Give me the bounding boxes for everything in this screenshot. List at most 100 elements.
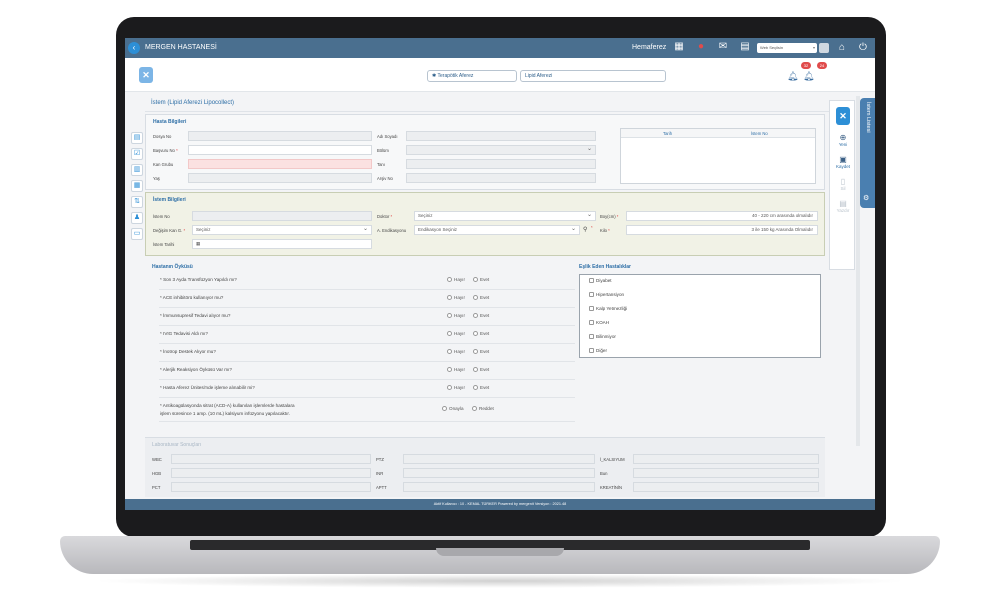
calcium-input[interactable]	[633, 454, 819, 464]
request-date-input[interactable]: ▦	[192, 239, 372, 249]
file-icon[interactable]: ▭	[131, 228, 143, 240]
web-select-dropdown[interactable]: Web Seçilsin	[757, 43, 817, 53]
back-button[interactable]: ‹	[128, 42, 140, 54]
button-label: Yeni	[838, 142, 848, 147]
hgb-input[interactable]	[171, 468, 371, 478]
action-toolbar: ✕ ⊕ Yeni ▣ Kaydet ▯ Sil ▤ Yazdır	[829, 100, 855, 270]
radio-no[interactable]: Hayır	[447, 313, 465, 318]
request-history-table: Tarih İstem No	[620, 128, 816, 184]
power-icon[interactable]: ⏻	[857, 42, 869, 54]
radio-label: Evet	[480, 367, 490, 372]
label-wbc: WBC	[152, 457, 162, 462]
wbc-input[interactable]	[171, 454, 371, 464]
diagnosis-input[interactable]	[406, 159, 596, 169]
consent-text: işlem süresince 1 amp. (10 mL) kalsiyum …	[160, 411, 290, 416]
pct-input[interactable]	[171, 482, 371, 492]
aptt-input[interactable]	[403, 482, 595, 492]
save-button[interactable]: ▣ Kaydet	[830, 155, 856, 169]
bun-input[interactable]	[633, 468, 819, 478]
button-label: Kaydet	[835, 164, 850, 169]
archive-no-input[interactable]	[406, 173, 596, 183]
request-no-input[interactable]	[192, 211, 372, 221]
radio-yes[interactable]: Evet	[473, 277, 489, 282]
request-info-panel: İstem Bilgileri İstem No Değişim Kan G. …	[145, 192, 825, 256]
blood-group-input[interactable]	[188, 159, 372, 169]
gear-icon[interactable]: ⚙	[863, 194, 869, 202]
inr-input[interactable]	[403, 468, 595, 478]
bell-icon[interactable]: 🔔︎	[803, 71, 814, 81]
radio-no[interactable]: Hayır	[447, 295, 465, 300]
user-alert-icon[interactable]: ●	[695, 41, 707, 53]
application-no-input[interactable]	[188, 145, 372, 155]
radio-approve[interactable]: Onayla	[442, 406, 464, 411]
notification-badge: 24	[817, 62, 827, 69]
label-text: Doktor	[377, 214, 390, 219]
question-text: * ACE inhibitörü kullanıyor mu?	[160, 295, 224, 300]
save-icon: ▣	[839, 155, 847, 164]
clipboard-icon[interactable]: ▦	[131, 180, 143, 192]
checkbox-copd[interactable]: KOAH	[589, 320, 609, 325]
creatinine-input[interactable]	[633, 482, 819, 492]
radio-reject[interactable]: Reddet	[472, 406, 494, 411]
column-request-no: İstem No	[751, 131, 768, 136]
ptz-input[interactable]	[403, 454, 595, 464]
column-date: Tarih	[663, 131, 673, 136]
radio-yes[interactable]: Evet	[473, 295, 489, 300]
tab-lipid-apheresis[interactable]: Lipid Aferezi	[520, 70, 666, 82]
indication-select[interactable]: Endikasyon Seçiniz	[414, 225, 580, 235]
age-input[interactable]	[188, 173, 372, 183]
users-icon[interactable]: ♟	[131, 212, 143, 224]
refresh-button[interactable]	[819, 43, 829, 53]
checkbox-heart-failure[interactable]: Kalp Yetmezliği	[589, 306, 627, 311]
radio-yes[interactable]: Evet	[473, 385, 489, 390]
checkbox-diabetes[interactable]: Diyabet	[589, 278, 612, 283]
user-name[interactable]: Hemaferez	[632, 44, 666, 51]
height-input[interactable]: 40 - 220 cm arasında olmalıdır	[626, 211, 818, 221]
department-select[interactable]	[406, 145, 596, 155]
doctor-select[interactable]: Seçiniz	[414, 211, 596, 221]
tab-therapeutic-apheresis[interactable]: ✱ Terapötik Aferez	[427, 70, 517, 82]
radio-no[interactable]: Hayır	[447, 277, 465, 282]
exchange-blood-select[interactable]: Seçiniz	[192, 225, 372, 235]
radio-no[interactable]: Hayır	[447, 349, 465, 354]
radio-label: Reddet	[479, 406, 494, 411]
delete-button[interactable]: ▯ Sil	[830, 177, 856, 191]
document-icon[interactable]: ▥	[131, 164, 143, 176]
radio-no[interactable]: Hayır	[447, 331, 465, 336]
button-label: Yazdır	[836, 208, 850, 213]
label-blood-group: Kan Grubu	[153, 162, 174, 167]
radio-yes[interactable]: Evet	[473, 331, 489, 336]
name-input[interactable]	[406, 131, 596, 141]
report-icon[interactable]: ▤	[739, 41, 751, 53]
calendar-icon[interactable]: ▦	[673, 41, 685, 53]
bell-icon[interactable]: 🔔︎	[787, 71, 798, 81]
radio-yes[interactable]: Evet	[473, 349, 489, 354]
print-button[interactable]: ▤ Yazdır	[830, 199, 856, 213]
checkbox-unknown[interactable]: Bilinmiyor	[589, 334, 616, 339]
transfer-icon[interactable]: ⇅	[131, 196, 143, 208]
question-row: * IVIG Tedavisi Aldı mı? Hayır Evet	[159, 328, 575, 344]
weight-input[interactable]: 3 ile 150 kg Arasında Olmalıdır	[626, 225, 818, 235]
radio-no[interactable]: Hayır	[447, 367, 465, 372]
mail-icon[interactable]: ✉	[717, 41, 729, 53]
laptop-shadow	[90, 574, 910, 588]
form-icon[interactable]: ▤	[131, 132, 143, 144]
radio-yes[interactable]: Evet	[473, 313, 489, 318]
search-icon[interactable]: ⚲	[583, 226, 587, 233]
checkbox-other[interactable]: Diğer	[589, 348, 607, 353]
checklist-icon[interactable]: ☑	[131, 148, 143, 160]
top-icon-group: ▦ ● ✉ ▤	[673, 41, 751, 53]
radio-yes[interactable]: Evet	[473, 367, 489, 372]
checkbox-hypertension[interactable]: Hipertansiyon	[589, 292, 624, 297]
question-row: * İmmunsupresif Tedavi alıyor mu? Hayır …	[159, 310, 575, 326]
new-button[interactable]: ⊕ Yeni	[830, 133, 856, 147]
question-row: * Alerjik Reaksiyon Öyküsü Var mı? Hayır…	[159, 364, 575, 380]
calendar-icon[interactable]: ▦	[196, 241, 200, 246]
radio-no[interactable]: Hayır	[447, 385, 465, 390]
left-toolbar: ▤ ☑ ▥ ▦ ⇅ ♟ ▭	[131, 132, 143, 240]
home-icon[interactable]: ⌂	[836, 42, 848, 54]
notification-badge: 32	[801, 62, 811, 69]
file-no-input[interactable]	[188, 131, 372, 141]
table-header	[621, 129, 815, 138]
label-text: Değişim Kan G.	[153, 228, 183, 233]
